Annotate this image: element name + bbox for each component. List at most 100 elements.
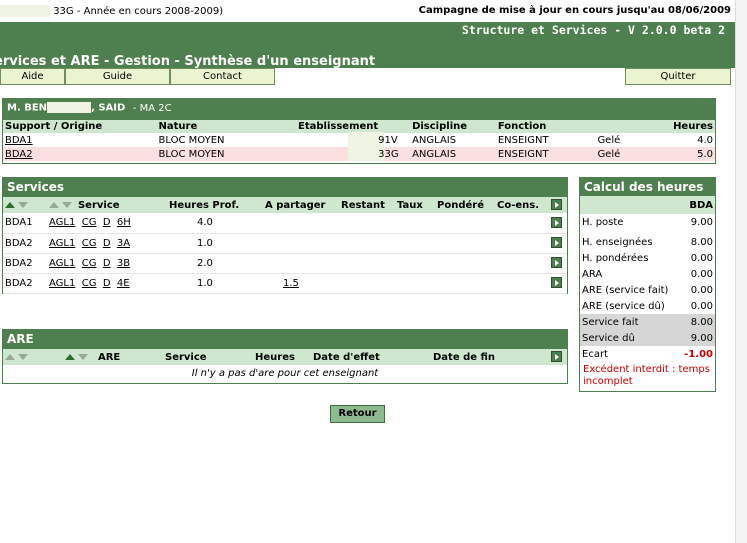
row-action-button[interactable] xyxy=(551,277,562,289)
teacher-header: M. BEN , SAID - MA 2C xyxy=(3,99,715,120)
cell-support: BDA2 xyxy=(3,233,47,254)
cell-etab: 91V xyxy=(378,134,398,146)
service-link[interactable]: 4E xyxy=(117,278,130,289)
calc-row: ARE (service fait) 0.00 xyxy=(580,282,715,298)
sort-desc-icon[interactable] xyxy=(78,353,89,360)
calc-value: 0.00 xyxy=(690,252,713,264)
calc-label: H. poste xyxy=(582,216,624,228)
table-row: BDA2 AGL1 CG D 4E 1.0 1.5 xyxy=(3,273,567,294)
service-link[interactable]: AGL1 xyxy=(49,217,75,228)
page-title: ervices et ARE - Gestion - Synthèse d'un… xyxy=(0,54,376,69)
calc-value: 8.00 xyxy=(679,314,715,330)
teacher-grade: - MA 2C xyxy=(132,102,172,114)
cell-heures-prof: 1.0 xyxy=(167,233,263,254)
teacher-table: Support / Origine Nature Etablissement D… xyxy=(3,120,715,161)
service-link[interactable]: AGL1 xyxy=(49,238,75,249)
service-link[interactable]: D xyxy=(103,217,111,228)
calc-label: ARA xyxy=(582,268,603,280)
redacted-name xyxy=(47,102,92,113)
cell-discipline: ANGLAIS xyxy=(412,134,457,146)
menu-guide[interactable]: Guide xyxy=(65,68,170,85)
service-link[interactable]: D xyxy=(103,238,111,249)
menu-aide[interactable]: Aide xyxy=(0,68,65,85)
are-title: ARE xyxy=(3,330,567,349)
col-service: Service xyxy=(77,199,120,211)
calc-value: 9.00 xyxy=(690,216,713,228)
cell-support: BDA2 xyxy=(3,253,47,274)
service-link[interactable]: CG xyxy=(82,217,97,228)
calc-label: Ecart xyxy=(582,348,608,360)
row-action-button[interactable] xyxy=(551,217,562,228)
cell-heures-prof: 1.0 xyxy=(167,273,263,294)
sort-asc-icon[interactable] xyxy=(5,201,15,208)
calc-label: Service fait xyxy=(580,314,680,330)
calc-row: H. enseignées 8.00 xyxy=(580,234,715,250)
cell-support: BDA2 xyxy=(3,273,47,294)
cell-heures-prof: 2.0 xyxy=(167,253,263,274)
partager-link[interactable]: 1.5 xyxy=(283,278,299,289)
cell-support: BDA1 xyxy=(3,213,47,234)
add-service-button[interactable] xyxy=(551,199,562,211)
cell-heures-prof: 4.0 xyxy=(167,213,263,234)
table-row: BDA2 AGL1 CG D 3B 2.0 xyxy=(3,253,567,274)
calc-row: ARA 0.00 xyxy=(580,266,715,282)
col-nature: Nature xyxy=(158,121,198,132)
service-link[interactable]: D xyxy=(103,278,111,289)
sort-desc-icon[interactable] xyxy=(62,201,73,208)
teacher-panel: M. BEN , SAID - MA 2C Support / Origine N… xyxy=(2,98,716,164)
scrollbar[interactable] xyxy=(735,0,747,543)
sort-asc-icon[interactable] xyxy=(49,201,59,208)
calc-value: 9.00 xyxy=(679,330,715,346)
services-panel: Services Service Heures Prof. A partager… xyxy=(2,177,568,294)
retour-button[interactable]: Retour xyxy=(330,405,385,423)
cell-heures: 4.0 xyxy=(697,134,713,146)
top-bar: 33G - Année en cours 2008-2009) Campagne… xyxy=(0,0,735,22)
cell-etab: 33G xyxy=(378,148,399,160)
calc-label: ARE (service dû) xyxy=(582,300,665,312)
support-link-bda1[interactable]: BDA1 xyxy=(5,135,33,146)
calc-label: H. pondérées xyxy=(582,252,649,264)
are-empty-row: Il n'y a pas d'are pour cet enseignant xyxy=(3,365,567,381)
sort-asc-icon[interactable] xyxy=(65,353,75,360)
service-link[interactable]: CG xyxy=(82,238,97,249)
service-link[interactable]: D xyxy=(103,258,111,269)
services-title: Services xyxy=(3,178,567,197)
service-link[interactable]: AGL1 xyxy=(49,278,75,289)
are-table: ARE Service Heures Date d'effet Date de … xyxy=(3,349,567,381)
support-link-bda2[interactable]: BDA2 xyxy=(5,149,33,160)
services-table: Service Heures Prof. A partager Restant … xyxy=(3,197,567,294)
are-empty-message: Il n'y a pas d'are pour cet enseignant xyxy=(191,367,379,379)
table-row: BDA1 AGL1 CG D 6H 4.0 xyxy=(3,213,567,234)
calc-row: Ecart -1.00 xyxy=(580,346,715,362)
calc-label: Service dû xyxy=(580,330,680,346)
menu-quitter[interactable]: Quitter xyxy=(625,68,731,85)
col-heures: Heures xyxy=(673,121,713,132)
service-link[interactable]: 3B xyxy=(117,258,130,269)
service-link[interactable]: CG xyxy=(82,278,97,289)
cell-etat: Gelé xyxy=(597,134,621,146)
teacher-name-suffix: , SAID xyxy=(91,102,126,114)
col-etablissement: Etablissement xyxy=(298,121,379,132)
service-link[interactable]: 6H xyxy=(117,217,131,228)
calc-row: Service dû 9.00 xyxy=(580,330,715,346)
service-link[interactable]: 3A xyxy=(117,238,130,249)
menu-contact[interactable]: Contact xyxy=(170,68,275,85)
service-link[interactable]: AGL1 xyxy=(49,258,75,269)
table-row: BDA2 AGL1 CG D 3A 1.0 xyxy=(3,233,567,254)
redacted-block xyxy=(0,5,50,17)
app-banner: Structure et Services - V 2.0.0 beta 2 e… xyxy=(0,22,735,69)
sort-desc-icon[interactable] xyxy=(18,201,29,208)
sort-desc-icon[interactable] xyxy=(18,353,29,360)
service-link[interactable]: CG xyxy=(82,258,97,269)
row-action-button[interactable] xyxy=(551,257,562,269)
add-are-button[interactable] xyxy=(551,351,562,363)
row-action-button[interactable] xyxy=(551,237,562,249)
context-info: 33G - Année en cours 2008-2009) xyxy=(0,5,223,17)
calc-label: H. enseignées xyxy=(582,236,653,248)
app-version: Structure et Services - V 2.0.0 beta 2 xyxy=(461,23,725,37)
calc-row: H. poste 9.00 xyxy=(580,214,715,230)
table-row: BDA2 BLOC MOYEN 33G ANGLAIS ENSEIGNT Gel… xyxy=(3,146,715,161)
sort-asc-icon[interactable] xyxy=(5,353,15,360)
calc-warning: Excédent interdit : temps incomplet xyxy=(583,364,710,387)
calc-row: Service fait 8.00 xyxy=(580,314,715,330)
